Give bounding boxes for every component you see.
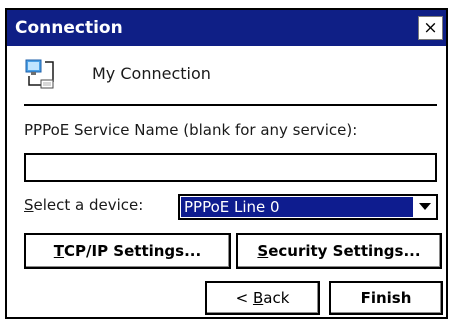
select-device-label-accel: S [24, 196, 34, 214]
tcpip-settings-button[interactable]: T CP/IP Settings... [24, 233, 231, 269]
service-name-input[interactable] [24, 153, 437, 182]
finish-button[interactable]: Finish [329, 281, 443, 315]
connection-name: My Connection [92, 64, 211, 83]
security-settings-button[interactable]: Security Settings... [236, 233, 442, 269]
connection-dialog: Connection × My Connection PPPoE Service… [5, 8, 448, 319]
chevron-down-icon[interactable] [415, 197, 435, 217]
tcpip-settings-label: CP/IP Settings... [64, 242, 202, 260]
back-button[interactable]: < Back [205, 281, 320, 315]
network-connection-icon [25, 59, 54, 89]
device-selected-value: PPPoE Line 0 [181, 197, 413, 217]
back-prefix: < [235, 289, 253, 307]
service-name-label: PPPoE Service Name (blank for any servic… [24, 121, 358, 139]
security-settings-label: ecurity Settings... [268, 242, 421, 260]
close-button[interactable]: × [418, 16, 443, 40]
select-device-label: Select a device: [24, 196, 143, 214]
security-settings-accel: S [257, 242, 269, 260]
back-accel: B [252, 289, 264, 307]
back-label: ack [263, 289, 290, 307]
divider [24, 104, 437, 106]
select-device-label-text: elect a device: [33, 196, 144, 214]
close-icon: × [423, 17, 438, 38]
tcpip-settings-accel: T [53, 242, 65, 260]
device-select[interactable]: PPPoE Line 0 [178, 194, 438, 220]
window-title: Connection [15, 18, 123, 38]
title-bar: Connection × [7, 10, 446, 46]
